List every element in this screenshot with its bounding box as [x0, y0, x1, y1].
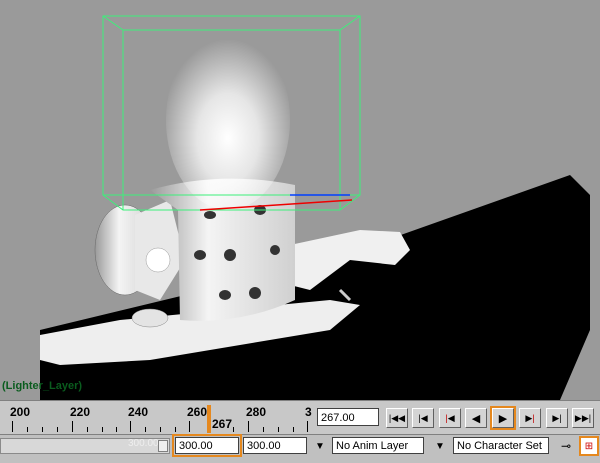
lighter-scene: [40, 15, 590, 400]
tick-mark: [87, 427, 88, 432]
tick-mark: [72, 421, 73, 432]
character-set-field[interactable]: No Character Set: [453, 437, 549, 454]
chevron-down-icon: ▼: [435, 440, 445, 452]
3d-viewport[interactable]: (Lighter_Layer): [0, 0, 600, 400]
tick-mark: [278, 427, 279, 432]
step-forward-icon: ▶|: [552, 412, 562, 423]
step-back-key-icon: |◀: [445, 412, 455, 423]
time-ruler[interactable]: 200 220 240 260 280 3 267: [0, 401, 312, 435]
tick-mark: [160, 427, 161, 432]
anim-layer-dropdown-button[interactable]: ▼: [312, 438, 328, 454]
play-backwards-button[interactable]: ◀: [465, 408, 487, 428]
play-back-icon: ◀: [471, 412, 481, 425]
tick-mark: [293, 427, 294, 432]
step-forward-key-icon: ▶|: [525, 412, 535, 423]
step-back-key-button[interactable]: |◀: [439, 408, 461, 428]
current-time-field[interactable]: 267.00: [317, 408, 379, 426]
tick-mark: [248, 421, 249, 432]
end-time-field[interactable]: 300.00: [172, 434, 242, 457]
go-to-start-button[interactable]: |◀◀: [386, 408, 408, 428]
key-icon: ⊸: [560, 439, 572, 453]
auto-key-button[interactable]: ⊸: [556, 436, 576, 456]
character-set-dropdown-button[interactable]: ▼: [432, 438, 448, 454]
anim-layer-field[interactable]: No Anim Layer: [332, 437, 424, 454]
preferences-icon: ⊞: [584, 440, 594, 452]
tick-label: 200: [10, 405, 31, 419]
tick-mark: [42, 427, 43, 432]
flame: [166, 30, 290, 210]
step-forward-frame-button[interactable]: ▶|: [546, 408, 568, 428]
step-forward-key-button[interactable]: ▶|: [519, 408, 541, 428]
tick-mark: [233, 427, 234, 432]
current-frame-label: 267: [212, 417, 233, 431]
tick-mark: [175, 427, 176, 432]
step-back-icon: |◀: [418, 412, 428, 423]
tick-label: 260: [187, 405, 208, 419]
range-slider-handle[interactable]: [158, 440, 168, 452]
tick-mark: [130, 421, 131, 432]
tick-label: 220: [70, 405, 91, 419]
tick-label: 3: [305, 405, 312, 419]
tick-label: 240: [128, 405, 149, 419]
play-forwards-button[interactable]: ▶: [490, 406, 516, 430]
skip-back-icon: |◀◀: [388, 412, 406, 423]
tick-mark: [189, 421, 190, 432]
go-to-end-button[interactable]: ▶▶|: [572, 408, 594, 428]
range-handle-text: 300.00: [128, 438, 159, 449]
layer-label: (Lighter_Layer): [2, 380, 83, 392]
step-back-frame-button[interactable]: |◀: [412, 408, 434, 428]
preferences-button[interactable]: ⊞: [579, 436, 599, 456]
tick-mark: [263, 427, 264, 432]
tick-mark: [27, 427, 28, 432]
tick-mark: [102, 427, 103, 432]
tick-mark: [57, 427, 58, 432]
tick-mark: [116, 427, 117, 432]
play-icon: ▶: [498, 412, 508, 425]
chevron-down-icon: ▼: [315, 440, 325, 452]
skip-forward-icon: ▶▶|: [574, 412, 592, 423]
tick-mark: [307, 421, 308, 432]
tick-label: 280: [246, 405, 267, 419]
tick-mark: [145, 427, 146, 432]
current-frame-marker[interactable]: [207, 405, 211, 433]
max-time-field[interactable]: 300.00: [243, 437, 307, 454]
tick-mark: [12, 421, 13, 432]
